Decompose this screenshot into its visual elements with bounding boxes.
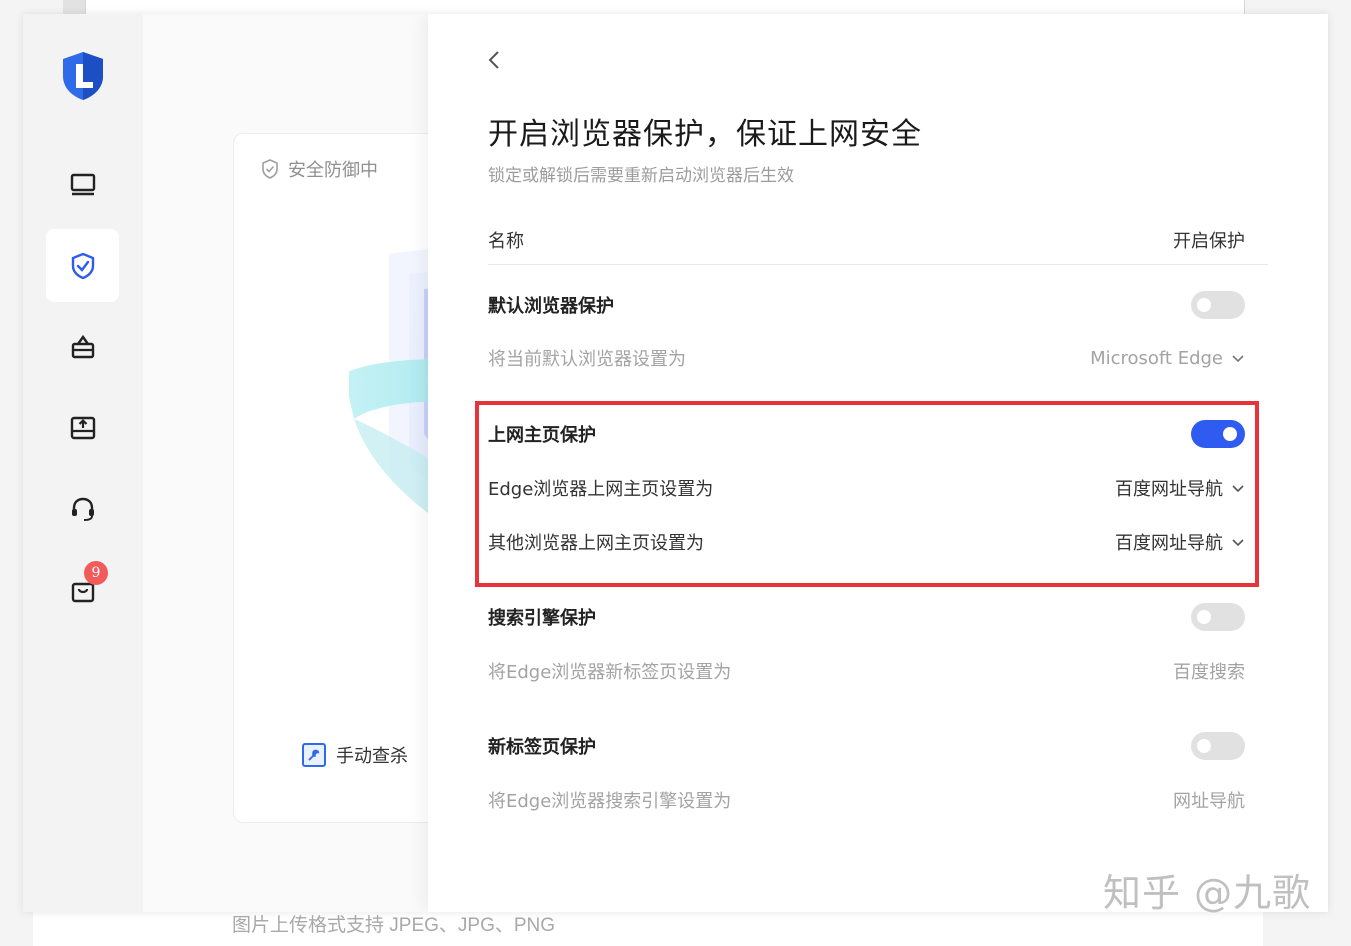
sidebar: 9	[23, 14, 143, 912]
page-subtitle: 锁定或解锁后需要重新启动浏览器后生效	[488, 166, 794, 186]
section-new-tab: 新标签页保护	[488, 730, 1245, 762]
homepage-toggle[interactable]	[1191, 420, 1245, 448]
toggle-knob	[1197, 610, 1211, 624]
sidebar-item-computer[interactable]	[46, 148, 119, 221]
other-homepage-dropdown[interactable]: 百度网址导航	[1115, 529, 1245, 555]
search-engine-toggle[interactable]	[1191, 603, 1245, 631]
setting-label: 将当前默认浏览器设置为	[488, 349, 686, 370]
section-homepage: 上网主页保护	[488, 418, 1245, 450]
dropdown-value: 百度网址导航	[1115, 479, 1223, 500]
setting-value: 网址导航	[1173, 791, 1245, 812]
section-search-engine: 搜索引擎保护	[488, 601, 1245, 633]
status-text: 安全防御中	[288, 160, 378, 181]
protection-status: 安全防御中	[260, 156, 378, 182]
setting-label: 将Edge浏览器搜索引擎设置为	[488, 791, 732, 812]
shield-logo-icon	[59, 50, 107, 102]
sidebar-item-upload[interactable]	[46, 391, 119, 464]
search-engine-setting: 将Edge浏览器新标签页设置为 百度搜索	[488, 657, 1245, 685]
chevron-down-icon	[1232, 355, 1244, 363]
background-page-bottom	[33, 912, 1263, 946]
dropdown-value: Microsoft Edge	[1090, 347, 1223, 369]
sidebar-item-shop[interactable]	[46, 553, 119, 626]
section-title: 上网主页保护	[488, 425, 596, 446]
shield-check-icon	[262, 159, 278, 179]
dropdown-value: 百度网址导航	[1115, 533, 1223, 554]
header-name: 名称	[488, 231, 524, 252]
watermark: 知乎 @九歌	[1103, 871, 1312, 915]
sidebar-item-support[interactable]	[46, 472, 119, 545]
monitor-icon	[70, 173, 95, 195]
toggle-knob	[1197, 739, 1211, 753]
edge-homepage-setting: Edge浏览器上网主页设置为 百度网址导航	[488, 474, 1245, 502]
table-header: 名称 开启保护	[488, 226, 1245, 254]
new-tab-toggle[interactable]	[1191, 732, 1245, 760]
default-browser-dropdown[interactable]: Microsoft Edge	[1090, 348, 1245, 369]
setting-label: 将Edge浏览器新标签页设置为	[488, 662, 732, 683]
section-default-browser: 默认浏览器保护	[488, 289, 1245, 321]
chevron-down-icon	[1232, 485, 1244, 493]
toolbox-icon	[71, 334, 94, 358]
upload-box-icon	[70, 416, 95, 439]
toggle-knob	[1223, 427, 1237, 441]
setting-value: 百度搜索	[1173, 662, 1245, 683]
setting-label: 其他浏览器上网主页设置为	[488, 533, 704, 554]
default-browser-setting: 将当前默认浏览器设置为 Microsoft Edge	[488, 344, 1245, 372]
sidebar-item-toolbox[interactable]	[46, 310, 119, 383]
back-arrow-icon[interactable]	[483, 48, 507, 72]
manual-scan-button[interactable]: 手动查杀	[302, 742, 408, 768]
background-window-edge	[63, 0, 85, 14]
manual-scan-label: 手动查杀	[336, 746, 408, 767]
sidebar-item-protection[interactable]	[46, 229, 119, 302]
chevron-down-icon	[1232, 539, 1244, 547]
other-homepage-setting: 其他浏览器上网主页设置为 百度网址导航	[488, 528, 1245, 556]
background-window-top	[85, 0, 1245, 14]
toggle-knob	[1197, 298, 1211, 312]
page-title: 开启浏览器保护，保证上网安全	[488, 117, 922, 152]
header-protect: 开启保护	[1173, 231, 1245, 252]
upload-format-caption: 图片上传格式支持 JPEG、JPG、PNG	[232, 915, 556, 936]
section-title: 默认浏览器保护	[488, 296, 614, 317]
header-divider	[488, 264, 1268, 265]
edge-homepage-dropdown[interactable]: 百度网址导航	[1115, 475, 1245, 501]
section-title: 搜索引擎保护	[488, 608, 596, 629]
browser-protection-panel: 开启浏览器保护，保证上网安全 锁定或解锁后需要重新启动浏览器后生效 名称 开启保…	[428, 14, 1328, 912]
setting-label: Edge浏览器上网主页设置为	[488, 479, 714, 500]
shield-check-icon	[71, 252, 94, 279]
default-browser-toggle[interactable]	[1191, 291, 1245, 319]
headset-icon	[71, 497, 94, 521]
app-window: 9 安全防御中 手动查杀 开启浏览器保护，保证上网安全 锁定或解锁后需要重新启动…	[23, 14, 1328, 912]
notification-badge: 9	[84, 561, 108, 585]
new-tab-setting: 将Edge浏览器搜索引擎设置为 网址导航	[488, 786, 1245, 814]
wrench-icon	[302, 743, 326, 767]
section-title: 新标签页保护	[488, 737, 596, 758]
